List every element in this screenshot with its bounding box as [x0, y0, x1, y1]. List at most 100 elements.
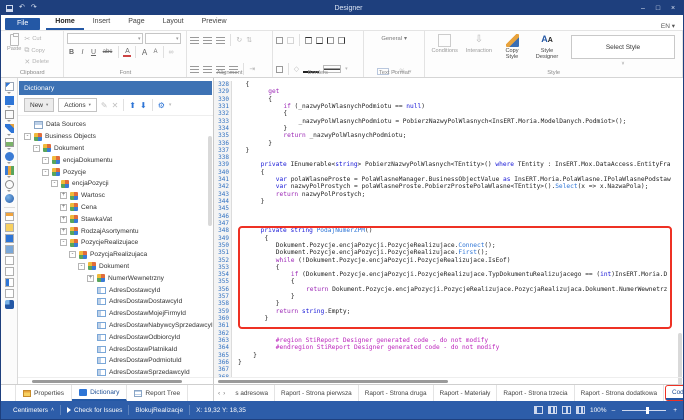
code-line[interactable]: 337}	[214, 147, 683, 154]
map-component-icon[interactable]	[5, 194, 14, 203]
interaction-button[interactable]: ⇩ Interaction	[463, 33, 495, 68]
shape-component-icon[interactable]	[5, 152, 14, 164]
code-line[interactable]: 332{	[214, 110, 683, 117]
page-tab-raport-strona-pierwsza[interactable]: Raport - Strona pierwsza	[275, 385, 359, 401]
collapse-icon[interactable]: -	[60, 239, 67, 246]
code-line[interactable]: 362	[214, 330, 683, 337]
ribbon-tab-insert[interactable]: Insert	[84, 16, 120, 30]
italic-button[interactable]: I	[78, 49, 86, 56]
select-style-box[interactable]: Select Style	[571, 35, 675, 59]
data-band-icon[interactable]	[5, 245, 14, 254]
gear-icon[interactable]: ⚙	[158, 101, 165, 110]
text-format-select[interactable]: General▾	[381, 34, 407, 44]
code-line[interactable]: 343return nazwyPolProstych;	[214, 191, 683, 198]
panel-tab-dictionary[interactable]: Dictionary	[72, 385, 127, 401]
tabs-scroll-right-icon[interactable]: ›	[223, 390, 225, 397]
expand-icon[interactable]: +	[60, 204, 67, 211]
components-tools-icon[interactable]	[5, 300, 14, 309]
tree-item[interactable]: +NumerWewnetrzny	[18, 272, 213, 284]
copy-button[interactable]: ⧉Copy	[24, 46, 49, 56]
tree-item[interactable]: AdresDostawNabywcySprzedawcyId	[18, 320, 213, 332]
code-line[interactable]: 345	[214, 205, 683, 212]
code-line[interactable]: 364#endregion StiReport Designer generat…	[214, 344, 683, 351]
tree-item[interactable]: -PozycjaRealizujaca	[18, 249, 213, 261]
grow-font-button[interactable]: A	[140, 48, 148, 57]
page-footer-band-icon[interactable]	[5, 267, 14, 276]
image-component-icon[interactable]	[5, 138, 14, 150]
border-bottom-icon[interactable]	[316, 37, 323, 44]
code-line[interactable]: 353{	[214, 264, 683, 271]
font-name-select[interactable]: ▾	[67, 33, 143, 44]
tree-item[interactable]: AdresDostawSprzedawcyId	[18, 367, 213, 377]
zoom-out-button[interactable]: –	[612, 407, 616, 414]
minimize-button[interactable]: –	[636, 2, 650, 15]
page-tab-raport-materia-y[interactable]: Raport - Materiały	[434, 385, 498, 401]
tree-item[interactable]: -Business Objects	[18, 131, 213, 143]
code-line[interactable]: 363#region StiReport Designer generated …	[214, 337, 683, 344]
report-title-band-icon[interactable]	[5, 212, 14, 221]
code-line[interactable]: 338	[214, 154, 683, 161]
expand-icon[interactable]: +	[60, 192, 67, 199]
conditions-button[interactable]: Conditions	[428, 33, 460, 68]
page-header-band-icon[interactable]	[5, 223, 14, 232]
copy-style-button[interactable]: Copy Style	[497, 33, 527, 68]
group-header-band-icon[interactable]	[5, 234, 14, 243]
border-right-icon[interactable]	[338, 37, 345, 44]
tree-item[interactable]: AdresDostawOdbiorcyId	[18, 331, 213, 343]
tree-item[interactable]: AdresDostawDostawcyId	[18, 296, 213, 308]
draw-pencil-icon[interactable]	[5, 124, 14, 136]
code-line[interactable]: 336}	[214, 140, 683, 147]
check-for-issues-button[interactable]: Check for Issues	[61, 401, 128, 419]
tree-item[interactable]: -encjaDokumentu	[18, 154, 213, 166]
code-horizontal-scrollbar[interactable]	[214, 377, 683, 384]
style-designer-button[interactable]: AA Style Designer	[529, 33, 565, 68]
gauge-component-icon[interactable]	[5, 180, 14, 192]
edit-icon[interactable]: ✎	[101, 101, 108, 110]
move-up-icon[interactable]: ⬆	[129, 101, 136, 110]
code-editor[interactable]: 328{329get330{331if (_nazwyPolWlasnychPo…	[214, 78, 683, 384]
code-line[interactable]: 366}	[214, 359, 683, 366]
tree-item[interactable]: -Pozycje	[18, 166, 213, 178]
code-line[interactable]: 339private IEnumerable<string> PobierzNa…	[214, 161, 683, 168]
code-line[interactable]: 334}	[214, 125, 683, 132]
language-selector[interactable]: EN ▾	[661, 22, 683, 30]
redo-icon[interactable]: ↷	[31, 2, 37, 14]
shrink-font-button[interactable]: A	[151, 49, 159, 55]
code-line[interactable]: 357}	[214, 293, 683, 300]
code-line[interactable]: 355{	[214, 278, 683, 285]
border-left-icon[interactable]	[327, 37, 334, 44]
child-band-icon[interactable]	[5, 289, 14, 298]
code-line[interactable]: 354if (Dokument.Pozycje.encjaPozycji.Poz…	[214, 271, 683, 278]
code-line[interactable]: 347	[214, 220, 683, 227]
tree-horizontal-scrollbar[interactable]	[18, 377, 213, 384]
tree-item[interactable]: -Dokument	[18, 143, 213, 155]
link-icon[interactable]: ∞	[168, 49, 173, 56]
align-middle-icon[interactable]	[203, 37, 212, 44]
align-top-icon[interactable]	[190, 37, 199, 44]
tree-item[interactable]: +Wartosc	[18, 190, 213, 202]
code-line[interactable]: 359return string.Empty;	[214, 308, 683, 315]
tree-item[interactable]: AdresDostawPlatnikaId	[18, 343, 213, 355]
rotate-text-icon[interactable]: ↻	[236, 36, 242, 44]
expand-icon[interactable]: +	[60, 216, 67, 223]
zoom-slider[interactable]	[622, 410, 666, 411]
view-normal-icon[interactable]	[534, 406, 543, 414]
save-icon[interactable]	[6, 5, 13, 12]
underline-button[interactable]: U	[89, 49, 97, 56]
code-line[interactable]: 360}	[214, 315, 683, 322]
code-line[interactable]: 365}	[214, 352, 683, 359]
code-line[interactable]: 352while (!Dokument.Pozycje.encjaPozycji…	[214, 257, 683, 264]
code-line[interactable]: 348private string PodajNumerZPM()	[214, 227, 683, 234]
page-tab-raport-strona-druga[interactable]: Raport - Strona druga	[359, 385, 434, 401]
actions-button[interactable]: Actions▾	[58, 98, 97, 112]
text-component-icon[interactable]	[5, 82, 14, 94]
collapse-icon[interactable]: -	[42, 169, 49, 176]
view-layout-icon[interactable]	[562, 406, 571, 414]
border-all-icon[interactable]	[276, 37, 283, 44]
chevron-down-icon[interactable]: ˅	[622, 61, 625, 67]
code-line[interactable]: 361	[214, 322, 683, 329]
page-tab-s-adresowa[interactable]: s adresowa	[229, 385, 275, 401]
code-line[interactable]: 340{	[214, 169, 683, 176]
code-line[interactable]: 335return _nazwyPolWlasnychPodmiotu;	[214, 132, 683, 139]
collapse-icon[interactable]: -	[51, 180, 58, 187]
